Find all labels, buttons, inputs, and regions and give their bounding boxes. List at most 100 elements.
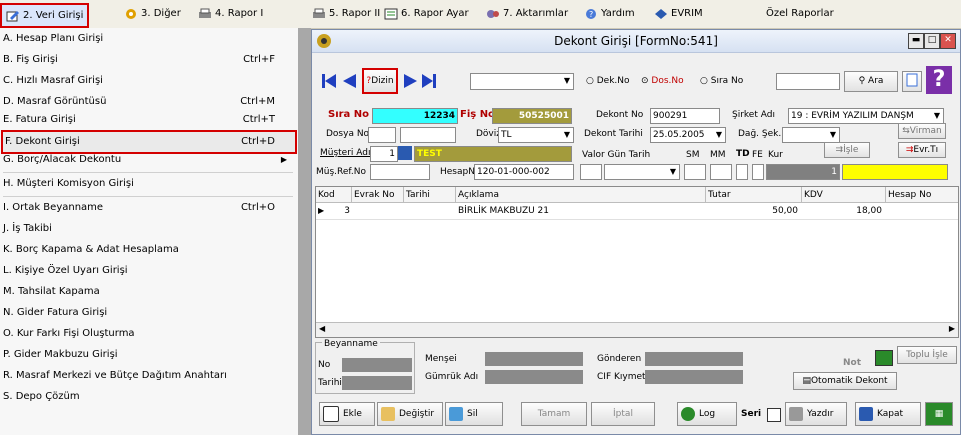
dosya-no-field-2[interactable] — [400, 127, 456, 143]
col-aciklama[interactable]: Açıklama — [456, 187, 706, 203]
fe-field[interactable] — [752, 164, 764, 180]
scroll-right-icon: ▶ — [948, 324, 955, 333]
col-tarihi[interactable]: Tarihi — [404, 187, 456, 203]
menu-item-kur-farki[interactable]: O. Kur Farkı Fişi Oluşturma — [3, 324, 295, 344]
menu-item-fatura-girisi[interactable]: E. Fatura Girişi Ctrl+T — [3, 110, 295, 130]
menu-diger[interactable]: 3. Diğer — [124, 3, 181, 24]
dekont-tarihi-field[interactable]: 25.05.2005 ▼ — [650, 127, 726, 143]
gumruk-field[interactable] — [485, 370, 583, 384]
menu-rapor-ayar[interactable]: 6. Rapor Ayar — [384, 3, 469, 24]
sil-button[interactable]: Sil — [445, 402, 503, 426]
menu-item-ortak-beyanname[interactable]: I. Ortak Beyanname Ctrl+O — [3, 198, 295, 218]
sm-field[interactable] — [684, 164, 706, 180]
menu-veri-girisi[interactable]: 2. Veri Girişi — [0, 3, 90, 28]
virman-button[interactable]: ⇆Virman — [898, 123, 946, 139]
yazdir-button[interactable]: Yazdır — [785, 402, 847, 426]
first-record-button[interactable] — [320, 72, 338, 90]
beyanname-no-field[interactable] — [342, 358, 412, 372]
valor-tarih-field[interactable]: ▼ — [604, 164, 680, 180]
evr-button[interactable]: ⇉Evr.Tı — [898, 142, 946, 158]
tamam-button[interactable]: Tamam — [521, 402, 587, 426]
menu-yardim[interactable]: ? Yardım — [584, 3, 635, 24]
help-icon[interactable]: ? — [926, 66, 952, 94]
col-evrak-no[interactable]: Evrak No — [352, 187, 404, 203]
menu-rapor-1[interactable]: 4. Rapor I — [198, 3, 263, 24]
previous-record-button[interactable] — [340, 72, 358, 90]
degistir-button[interactable]: Değiştir — [377, 402, 443, 426]
menu-item-musteri-komisyon[interactable]: H. Müşteri Komisyon Girişi — [3, 174, 295, 194]
col-kdv[interactable]: KDV — [802, 187, 886, 203]
col-tutar[interactable]: Tutar — [706, 187, 802, 203]
log-button[interactable]: Log — [677, 402, 737, 426]
menu-ozel-raporlar[interactable]: Özel Raporlar — [766, 3, 834, 24]
menu-item-gider-makbuzu[interactable]: P. Gider Makbuzu Girişi — [3, 345, 295, 365]
maximize-button[interactable]: □ — [924, 33, 940, 49]
menu-item-depo-cozum[interactable]: S. Depo Çözüm — [3, 387, 295, 407]
radio-dek-no[interactable]: ○ Dek.No — [586, 76, 630, 86]
note-icon[interactable] — [875, 350, 893, 366]
gonderen-field[interactable] — [645, 352, 743, 366]
last-record-button[interactable] — [420, 72, 438, 90]
calculator-button[interactable]: ▦ — [925, 402, 953, 426]
cif-field[interactable] — [645, 370, 743, 384]
mm-field[interactable] — [710, 164, 732, 180]
menu-aktarimlar[interactable]: 7. Aktarımlar — [486, 3, 568, 24]
menu-item-borc-alacak[interactable]: G. Borç/Alacak Dekontu ▶ — [3, 150, 295, 170]
isle-button[interactable]: ⇉İşle — [824, 142, 870, 158]
menu-rapor-2[interactable]: 5. Rapor II — [312, 3, 380, 24]
menu-item-borc-kapama[interactable]: K. Borç Kapama & Adat Hesaplama — [3, 240, 295, 260]
menu-item-tahsilat-kapama[interactable]: M. Tahsilat Kapama — [3, 282, 295, 302]
seri-checkbox[interactable] — [767, 408, 781, 422]
menu-evrim[interactable]: EVRIM — [654, 3, 703, 24]
menu-item-hesap-plani[interactable]: A. Hesap Planı Girişi — [3, 29, 295, 49]
next-record-button[interactable] — [402, 72, 420, 90]
beyanname-panel: Beyanname No Tarihi Menşei Gümrük Adı Gö… — [315, 338, 959, 396]
beyanname-tarihi-field[interactable] — [342, 376, 412, 390]
document-icon: ▤ — [802, 376, 811, 386]
mus-ref-field[interactable] — [370, 164, 430, 180]
printer-icon — [789, 406, 803, 421]
prev-icon — [343, 74, 356, 88]
fis-no-field[interactable]: 50525001 — [492, 108, 572, 124]
menu-item-masraf-merkezi[interactable]: R. Masraf Merkezi ve Bütçe Dağıtım Anaht… — [3, 366, 295, 386]
sirket-adi-select[interactable]: 19 : EVRİM YAZILIM DANŞM ▼ — [788, 108, 944, 124]
record-select[interactable]: ▼ — [470, 73, 574, 90]
col-hesap-no[interactable]: Hesap No — [886, 187, 958, 203]
hesap-no-field[interactable]: 120-01-000-002 — [474, 164, 574, 180]
musteri-no-field[interactable]: 1 — [370, 146, 398, 162]
doviz-select[interactable]: TL ▼ — [498, 127, 574, 143]
dekont-no-field[interactable]: 900291 — [650, 108, 720, 124]
sira-no-field[interactable]: 12234 — [372, 108, 458, 124]
menu-item-is-takibi[interactable]: J. İş Takibi — [3, 219, 295, 239]
toplu-isle-button[interactable]: Toplu İşle — [897, 346, 957, 364]
document-button[interactable] — [902, 71, 922, 92]
dosya-no-field-1[interactable] — [368, 127, 396, 143]
ara-button[interactable]: ⚲ Ara — [844, 71, 898, 92]
dag-sek-select[interactable]: ▼ — [782, 127, 840, 143]
radio-selected-icon: ⊙ — [641, 76, 649, 86]
document-icon — [906, 73, 918, 87]
radio-sira-no[interactable]: ○ Sıra No — [700, 76, 743, 86]
valor-gun-field[interactable] — [580, 164, 602, 180]
menu-item-gider-fatura[interactable]: N. Gider Fatura Girişi — [3, 303, 295, 323]
horizontal-scrollbar[interactable]: ◀ ▶ — [316, 322, 958, 337]
menu-item-kisiye-ozel[interactable]: L. Kişiye Özel Uyarı Girişi — [3, 261, 295, 281]
ekle-button[interactable]: Ekle — [319, 402, 375, 426]
close-button[interactable]: ✕ — [940, 33, 956, 49]
minimize-button[interactable]: ▬ — [908, 33, 924, 49]
dizin-button[interactable]: ?Dizin — [362, 68, 398, 94]
otomatik-dekont-button[interactable]: ▤Otomatik Dekont — [793, 372, 897, 390]
td-field[interactable] — [736, 164, 748, 180]
lookup-icon[interactable] — [398, 146, 412, 160]
menu-item-masraf-goruntusu[interactable]: D. Masraf Görüntüsü Ctrl+M — [3, 92, 295, 112]
menu-item-fis-girisi[interactable]: B. Fiş Girişi Ctrl+F — [3, 50, 295, 70]
refresh-icon — [681, 406, 695, 421]
mensei-field[interactable] — [485, 352, 583, 366]
iptal-button[interactable]: İptal — [591, 402, 655, 426]
search-input[interactable] — [776, 73, 840, 90]
menu-item-hizli-masraf[interactable]: C. Hızlı Masraf Girişi — [3, 71, 295, 91]
radio-dos-no[interactable]: ⊙ Dos.No — [641, 76, 684, 86]
kur-field[interactable]: 1 — [766, 164, 840, 180]
col-kod[interactable]: Kod — [316, 187, 352, 203]
kapat-button[interactable]: Kapat — [855, 402, 921, 426]
